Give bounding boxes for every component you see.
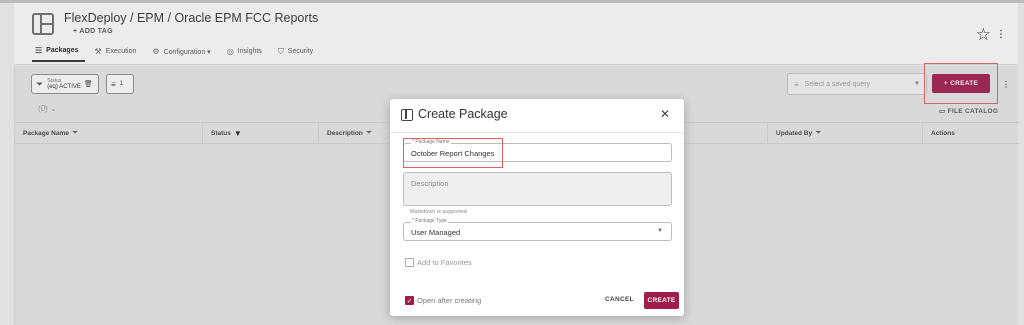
- add-to-favorites-label: Add to Favorites: [417, 258, 472, 267]
- package-type-label: * Package Type: [411, 218, 448, 224]
- dialog-create-button[interactable]: CREATE: [644, 292, 679, 309]
- close-icon[interactable]: ✕: [660, 107, 670, 121]
- package-type-value: User Managed: [411, 228, 461, 237]
- chevron-down-icon: ▼: [657, 228, 663, 234]
- add-to-favorites-checkbox[interactable]: Add to Favorites: [405, 258, 472, 267]
- description-placeholder: Description: [411, 179, 449, 188]
- open-after-creating-label: Open after creating: [417, 296, 482, 305]
- checkbox-checked[interactable]: ✓: [405, 296, 414, 305]
- dialog-header: Create Package ✕: [390, 99, 684, 133]
- dialog-title: Create Package: [418, 107, 508, 121]
- markdown-help-text: Markdown is supported: [410, 209, 467, 215]
- open-after-creating-checkbox[interactable]: ✓ Open after creating: [405, 296, 481, 305]
- checkbox-box[interactable]: [405, 258, 414, 267]
- package-name-highlight-box: [403, 138, 503, 168]
- package-type-select[interactable]: * Package Type User Managed ▼: [403, 218, 672, 241]
- description-field[interactable]: Description: [403, 172, 672, 206]
- create-package-dialog: Create Package ✕ * Package Name October …: [390, 99, 684, 316]
- package-icon: [401, 109, 413, 121]
- cancel-button[interactable]: CANCEL: [605, 296, 634, 303]
